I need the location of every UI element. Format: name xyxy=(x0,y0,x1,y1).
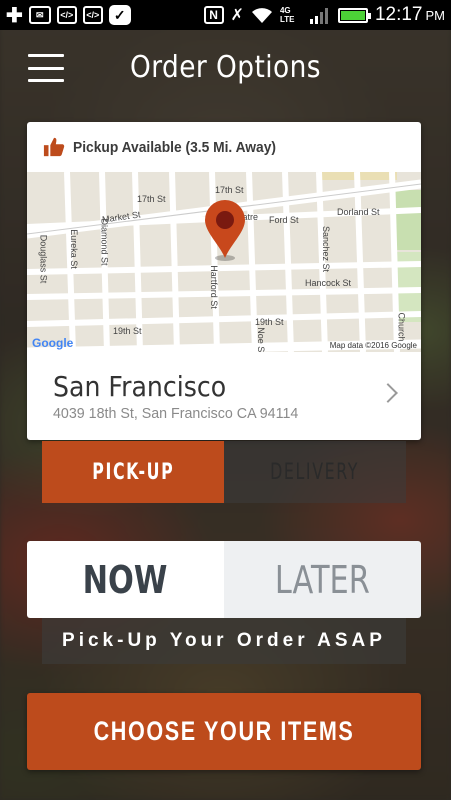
code-icon: </> xyxy=(56,6,77,24)
later-option[interactable]: LATER xyxy=(224,541,421,618)
location-city: San Francisco xyxy=(53,370,227,403)
wifi-icon xyxy=(251,8,272,23)
mute-icon: ✗ xyxy=(230,7,244,24)
map-label: Hancock St xyxy=(305,278,352,288)
map-label: Noe St xyxy=(255,327,266,352)
pickup-status-text: Pickup Available (3.5 Mi. Away) xyxy=(73,138,276,156)
location-card: Pickup Available (3.5 Mi. Away) 17th St … xyxy=(27,122,421,440)
page-title: Order Options xyxy=(130,50,322,85)
map-label: 17th St xyxy=(137,194,166,204)
timing-note-text: Pick-Up Your Order ASAP xyxy=(62,630,386,651)
delivery-option[interactable]: DELIVERY xyxy=(224,441,406,503)
location-address: 4039 18th St, San Francisco CA 94114 xyxy=(53,405,299,422)
map-pin-icon xyxy=(205,200,245,261)
location-map[interactable]: 17th St 17th St Market St Theatre Ford S… xyxy=(27,172,421,352)
map-label: Hartford St xyxy=(208,265,219,309)
location-selector[interactable]: San Francisco 4039 18th St, San Francisc… xyxy=(27,352,421,440)
now-option[interactable]: NOW xyxy=(27,541,224,618)
app-header: Order Options xyxy=(0,30,451,106)
battery-icon xyxy=(337,7,371,23)
map-label: Dorland St xyxy=(337,207,380,217)
map-label: 17th St xyxy=(215,185,244,195)
chevron-right-icon[interactable] xyxy=(378,383,398,403)
nfc-icon: N xyxy=(203,6,224,24)
pickup-label: PICK-UP xyxy=(91,459,175,485)
map-label: Church xyxy=(396,312,407,342)
mail-icon: ✉ xyxy=(28,6,51,24)
map-label: Diamond St xyxy=(99,218,110,266)
choose-items-button[interactable]: CHOOSE YOUR ITEMS xyxy=(27,693,421,770)
add-icon: ✚ xyxy=(6,4,23,27)
map-label: Ford St xyxy=(269,215,299,225)
clock-time: 12:17 xyxy=(374,4,423,25)
thumbs-up-icon xyxy=(43,137,65,157)
fulfillment-toggle: PICK-UP DELIVERY xyxy=(42,441,406,503)
check-icon: ✓ xyxy=(108,5,131,25)
map-attribution: Map data ©2016 Google xyxy=(329,341,417,350)
map-label: Sanchez St xyxy=(321,225,332,273)
signal-icon xyxy=(309,8,328,24)
network-type: 4G LTE xyxy=(279,6,295,24)
google-logo: Google xyxy=(32,336,74,350)
code-icon: </> xyxy=(82,6,103,24)
status-bar: ✚ ✉ </> </> ✓ N ✗ 4G LTE 12:17 PM xyxy=(0,0,451,30)
timing-note: Pick-Up Your Order ASAP xyxy=(42,618,406,664)
hamburger-menu-icon[interactable] xyxy=(28,54,64,82)
map-label: 19th St xyxy=(113,326,142,336)
later-label: LATER xyxy=(275,557,370,602)
timing-toggle: NOW LATER xyxy=(27,541,421,618)
now-label: NOW xyxy=(83,557,168,602)
choose-items-label: CHOOSE YOUR ITEMS xyxy=(93,716,355,746)
map-label: Eureka St xyxy=(68,229,79,269)
map-label: Douglass St xyxy=(38,234,49,284)
pickup-option[interactable]: PICK-UP xyxy=(42,441,224,503)
pickup-status-row: Pickup Available (3.5 Mi. Away) xyxy=(27,122,421,172)
map-label: 19th St xyxy=(255,317,284,327)
delivery-label: DELIVERY xyxy=(270,459,360,485)
clock-ampm: PM xyxy=(425,7,446,23)
